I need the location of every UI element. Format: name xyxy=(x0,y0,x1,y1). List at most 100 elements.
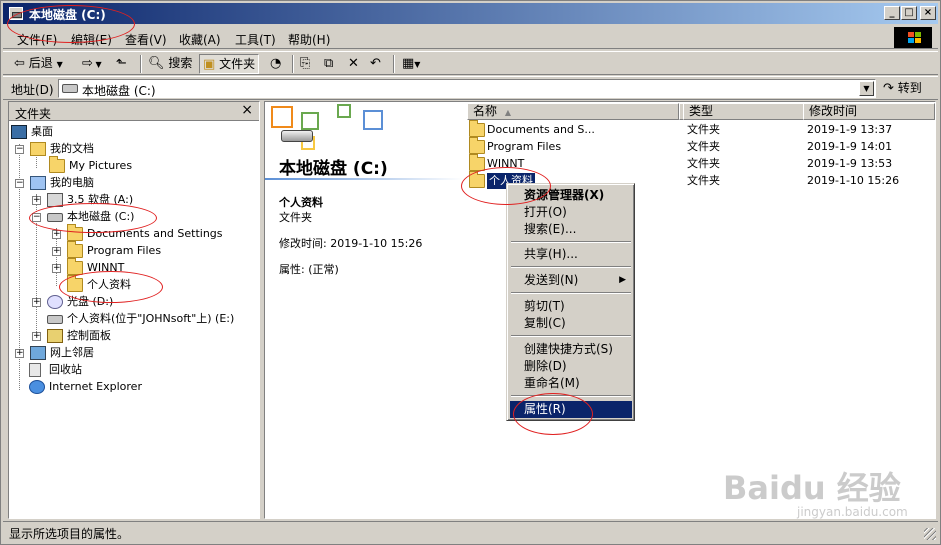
go-button[interactable]: ↷ 转到 xyxy=(883,79,922,98)
menu-edit[interactable]: 编辑(E) xyxy=(67,30,116,49)
tree-label: 个人资料 xyxy=(87,278,131,291)
menu-item-search[interactable]: 搜索(E)... xyxy=(510,221,632,238)
selected-item-modified: 修改时间: 2019-1-10 15:26 xyxy=(279,237,423,250)
file-row[interactable]: WINNT 文件夹 2019-1-9 13:53 xyxy=(467,154,935,173)
folder-icon xyxy=(469,120,485,137)
menu-item-create-shortcut[interactable]: 创建快捷方式(S) xyxy=(510,341,632,358)
floppy-icon xyxy=(47,193,63,207)
folder-icon xyxy=(469,137,485,154)
tree-label: 光盘 (D:) xyxy=(67,295,114,308)
collapse-icon[interactable]: − xyxy=(15,145,24,154)
tree-label: 我的文档 xyxy=(50,142,94,155)
submenu-arrow-icon: ▶ xyxy=(619,275,626,285)
search-icon: 🔍︎ xyxy=(148,56,165,71)
menu-bar: 文件(F) 编辑(E) 查看(V) 收藏(A) 工具(T) 帮助(H) xyxy=(3,27,938,49)
close-button[interactable]: × xyxy=(920,6,936,20)
ie-icon xyxy=(29,380,45,394)
my-computer-icon xyxy=(30,176,46,190)
close-pane-icon[interactable]: × xyxy=(241,102,253,118)
menu-item-sharing[interactable]: 共享(H)... xyxy=(510,246,632,263)
undo-button[interactable]: ↶ xyxy=(367,54,384,74)
address-dropdown-icon[interactable]: ▼ xyxy=(859,81,874,96)
expand-icon[interactable]: + xyxy=(15,349,24,358)
search-button[interactable]: 🔍︎ 搜索 xyxy=(145,54,195,74)
tree-label: 3.5 软盘 (A:) xyxy=(67,193,134,206)
column-header-modified[interactable]: 修改时间 xyxy=(803,103,935,120)
tree-label: 控制面板 xyxy=(67,329,111,342)
menu-item-cut[interactable]: 剪切(T) xyxy=(510,298,632,315)
menu-item-send-to[interactable]: 发送到(N) ▶ xyxy=(510,272,632,289)
column-header-name[interactable]: 名称 ▲ xyxy=(467,103,679,120)
expand-icon[interactable]: + xyxy=(52,247,61,256)
file-type: 文件夹 xyxy=(687,123,720,136)
back-arrow-icon: ⇦ xyxy=(14,56,25,71)
address-bar: 地址(D) 本地磁盘 (C:) ▼ ↷ 转到 xyxy=(3,76,938,100)
tree-label: My Pictures xyxy=(69,159,133,172)
expand-icon[interactable]: + xyxy=(32,298,41,307)
go-arrow-icon: ↷ xyxy=(883,81,894,96)
title-bar[interactable]: 本地磁盘 (C:) _ □ × xyxy=(3,3,938,24)
back-label: 后退 xyxy=(28,56,53,70)
windows-logo-icon xyxy=(894,27,932,48)
menu-item-delete[interactable]: 删除(D) xyxy=(510,358,632,375)
history-button[interactable]: ◔ xyxy=(267,54,284,74)
up-folder-icon: ⬑ xyxy=(116,56,127,71)
collapse-icon[interactable]: − xyxy=(32,213,41,222)
column-label: 名称 xyxy=(473,104,498,118)
file-row[interactable]: Program Files 文件夹 2019-1-9 14:01 xyxy=(467,137,935,156)
menu-item-explore[interactable]: 资源管理器(X) xyxy=(510,187,632,204)
menu-help[interactable]: 帮助(H) xyxy=(284,30,334,49)
tree-line xyxy=(36,154,37,168)
up-button[interactable]: ⬑ xyxy=(113,54,130,74)
views-button[interactable]: ▦▼ xyxy=(399,54,423,74)
network-drive-icon xyxy=(47,315,63,324)
address-input[interactable]: 本地磁盘 (C:) ▼ xyxy=(58,79,876,98)
folder-pane-title: 文件夹 xyxy=(15,107,52,121)
resize-grip-icon[interactable] xyxy=(924,528,936,540)
expand-icon[interactable]: + xyxy=(32,332,41,341)
folders-button[interactable]: ▣ 文件夹 xyxy=(199,54,260,74)
file-type: 文件夹 xyxy=(687,140,720,153)
menu-separator xyxy=(511,395,631,397)
history-icon: ◔ xyxy=(270,56,282,71)
maximize-button[interactable]: □ xyxy=(901,6,917,20)
search-label: 搜索 xyxy=(168,56,193,70)
forward-dropdown-icon: ▼ xyxy=(92,60,102,69)
expand-icon[interactable]: + xyxy=(52,264,61,273)
my-documents-icon xyxy=(30,142,46,156)
copy-to-icon: ⧉ xyxy=(324,56,334,71)
move-to-button[interactable]: ⎘ xyxy=(297,54,313,74)
banner-decoration xyxy=(337,104,351,118)
menu-view[interactable]: 查看(V) xyxy=(121,30,171,49)
file-date: 2019-1-10 15:26 xyxy=(807,174,900,187)
expand-icon[interactable]: + xyxy=(52,230,61,239)
delete-button[interactable]: ✕ xyxy=(345,54,362,74)
menu-item-rename[interactable]: 重命名(M) xyxy=(510,375,632,392)
menu-file[interactable]: 文件(F) xyxy=(13,30,61,49)
column-header-type[interactable]: 类型 xyxy=(683,103,804,120)
forward-button[interactable]: ⇨ ▼ xyxy=(79,54,105,74)
copy-to-button[interactable]: ⧉ xyxy=(321,54,336,74)
menu-favorites[interactable]: 收藏(A) xyxy=(175,30,225,49)
desktop-icon xyxy=(11,125,27,139)
menu-item-properties[interactable]: 属性(R) xyxy=(510,401,632,418)
collapse-icon[interactable]: − xyxy=(15,179,24,188)
menu-tools[interactable]: 工具(T) xyxy=(231,30,280,49)
file-row[interactable]: Documents and S... 文件夹 2019-1-9 13:37 xyxy=(467,120,935,139)
toolbar-separator xyxy=(292,55,294,73)
expand-icon[interactable]: + xyxy=(32,196,41,205)
toolbar: ⇦ 后退 ▼ ⇨ ▼ ⬑ 🔍︎ 搜索 ▣ 文件夹 ◔ ⎘ ⧉ ✕ ↶ ▦▼ xyxy=(3,51,938,75)
explorer-window: 本地磁盘 (C:) _ □ × 文件(F) 编辑(E) 查看(V) 收藏(A) … xyxy=(0,0,941,545)
recycle-bin-icon xyxy=(29,363,41,377)
menu-item-open[interactable]: 打开(O) xyxy=(510,204,632,221)
file-date: 2019-1-9 13:37 xyxy=(807,123,893,136)
back-button[interactable]: ⇦ 后退 ▼ xyxy=(11,54,66,74)
menu-item-copy[interactable]: 复制(C) xyxy=(510,315,632,332)
selected-item-name: 个人资料 xyxy=(279,196,323,209)
delete-icon: ✕ xyxy=(348,56,359,71)
tree-label: 回收站 xyxy=(49,363,82,376)
drive-banner xyxy=(267,104,463,150)
tree-label: Internet Explorer xyxy=(49,380,142,393)
drive-icon xyxy=(9,7,23,20)
minimize-button[interactable]: _ xyxy=(884,6,900,20)
